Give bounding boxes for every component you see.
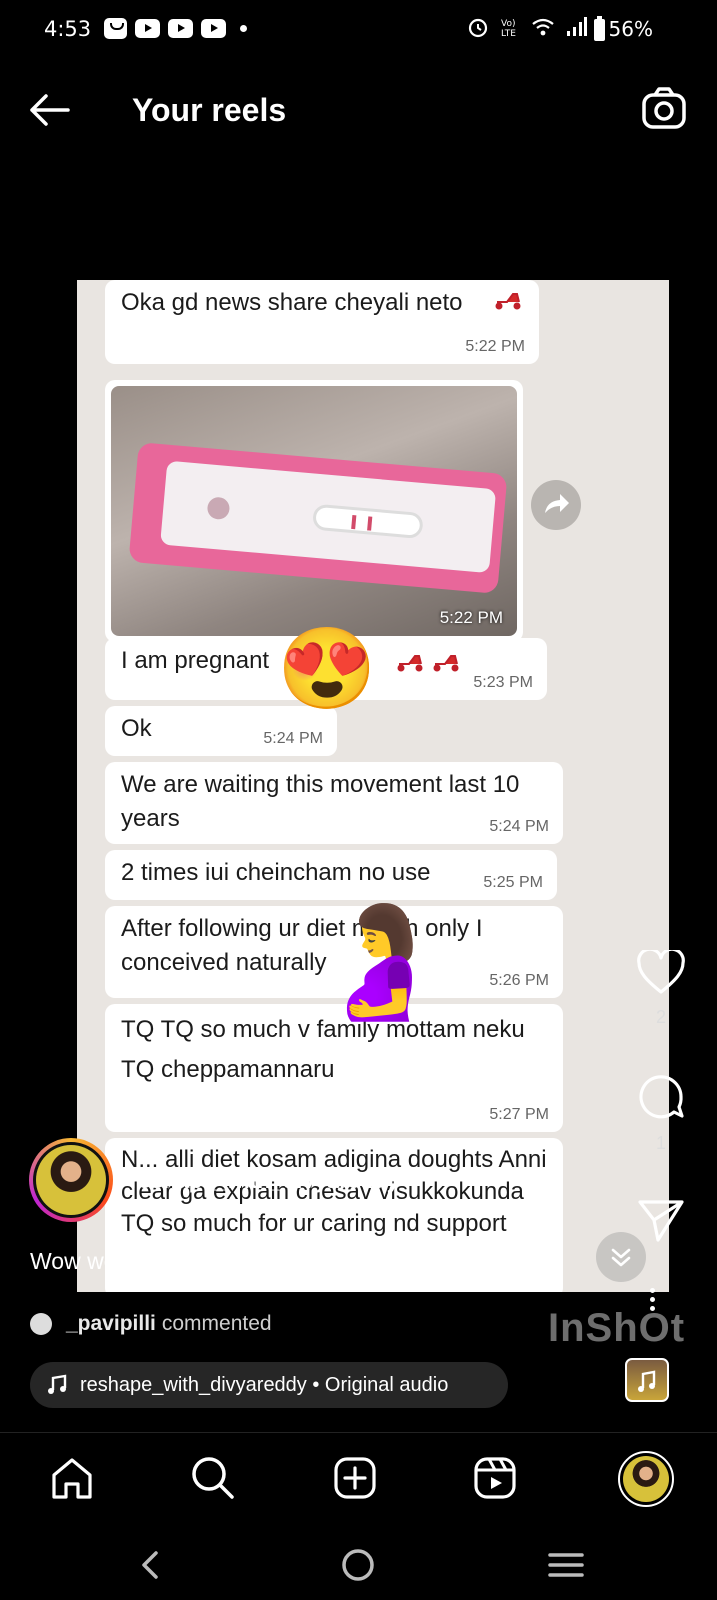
more-dot-icon [649, 1297, 655, 1302]
alarm-icon [468, 18, 488, 38]
chat-bubble: 2 times iui cheincham no use 5:25 PM [105, 850, 557, 900]
chat-message-time: 5:27 PM [489, 1106, 549, 1123]
youtube-icon [168, 19, 193, 38]
chat-image-bubble: 5:22 PM [105, 380, 523, 642]
audio-pill[interactable]: reshape_with_divyareddy • Original audio [30, 1362, 508, 1408]
scooter-emoji-icon [495, 293, 521, 310]
comment-icon[interactable] [636, 1072, 686, 1122]
pregnancy-test-image [128, 442, 508, 594]
home-icon [52, 1458, 92, 1499]
status-bar: 4:53 Vo) LTE 56% [0, 0, 717, 60]
author-username[interactable]: reshape_with_divyareddy [130, 1168, 399, 1194]
forward-button [531, 480, 581, 530]
system-home-button[interactable] [338, 1545, 378, 1585]
pregnancy-test-photo: 5:22 PM [111, 386, 517, 636]
comment-activity[interactable]: _pavipilli commented [30, 1312, 272, 1336]
camera-icon [642, 87, 686, 129]
chat-message-text: Oka gd news share cheyali neto [121, 289, 463, 316]
page-title: Your reels [132, 92, 287, 128]
reel-video[interactable]: Oka gd news share cheyali neto 5:22 PM 5… [77, 280, 669, 1292]
notification-icons [104, 18, 247, 39]
scooter-emoji-icon [433, 655, 459, 672]
chat-bubble: TQ TQ so much v family mottam neku TQ ch… [105, 1004, 563, 1132]
scooter-emoji-icon [397, 655, 423, 672]
status-time: 4:53 [44, 17, 92, 41]
heart-eyes-emoji: 😍 [277, 624, 377, 713]
like-action: 2 [633, 947, 689, 1028]
music-note-icon [638, 1370, 656, 1392]
system-recents-button[interactable] [546, 1545, 586, 1585]
scroll-down-button [596, 1232, 646, 1282]
audio-thumbnail[interactable] [625, 1358, 669, 1402]
inshot-watermark: InShOt [548, 1306, 686, 1350]
plus-square-icon [334, 1457, 376, 1499]
back-button[interactable] [24, 90, 72, 130]
chat-message-time: 5:25 PM [483, 874, 543, 891]
search-icon [192, 1457, 234, 1499]
profile-avatar [623, 1456, 669, 1502]
system-icons: Vo) LTE [467, 16, 587, 38]
nav-reels[interactable] [470, 1453, 520, 1503]
battery-icon [594, 16, 605, 41]
system-navigation-bar [0, 1525, 717, 1600]
chat-message-text: 2 times iui cheincham no use [121, 859, 431, 886]
chat-message-time: 5:24 PM [489, 818, 549, 835]
bottom-navigation [0, 1432, 717, 1522]
circle-icon [342, 1549, 374, 1581]
nav-create[interactable] [330, 1453, 380, 1503]
camera-button[interactable] [639, 84, 689, 134]
menu-lines-icon [548, 1553, 584, 1577]
nav-search[interactable] [188, 1453, 238, 1503]
chat-message-time: 5:22 PM [439, 608, 503, 627]
youtube-icon [201, 19, 226, 38]
nav-home[interactable] [47, 1453, 97, 1503]
like-count: 2 [655, 1007, 666, 1027]
shopping-bag-icon [104, 18, 127, 39]
audio-label: reshape_with_divyareddy • Original audio [80, 1373, 449, 1396]
chevron-double-down-icon [611, 1248, 631, 1267]
youtube-icon [135, 19, 160, 38]
system-back-button[interactable] [132, 1545, 172, 1585]
svg-text:Vo): Vo) [501, 19, 515, 29]
commenter-username: _pavipilli [66, 1312, 156, 1335]
comment-action-label: commented [161, 1312, 272, 1335]
wifi-icon [532, 18, 554, 36]
reels-icon [474, 1457, 516, 1499]
nav-profile[interactable] [618, 1451, 674, 1507]
chevron-left-icon [142, 1551, 158, 1579]
avatar-image [36, 1145, 106, 1215]
chat-bubble: We are waiting this movement last 10 yea… [105, 762, 563, 844]
comment-count: 1 [655, 1133, 666, 1153]
chat-message-time: 5:23 PM [473, 674, 533, 691]
music-note-icon [48, 1374, 67, 1394]
chat-message-time: 5:22 PM [465, 338, 525, 355]
signal-icon [567, 17, 587, 36]
more-dot-icon [649, 1288, 655, 1293]
volte-icon: Vo)LTE [501, 19, 516, 38]
author-avatar[interactable] [29, 1138, 113, 1222]
pregnant-woman-emoji: 🤰 [311, 900, 448, 1023]
chat-message-time: 5:26 PM [489, 972, 549, 989]
more-notifications-dot-icon [240, 25, 247, 32]
svg-text:LTE: LTE [501, 29, 516, 38]
heart-icon[interactable] [636, 947, 686, 996]
forward-icon [545, 494, 569, 513]
chat-bubble: Oka gd news share cheyali neto 5:22 PM [105, 280, 539, 364]
commenter-avatar [30, 1313, 52, 1335]
chat-message-time: 5:24 PM [263, 730, 323, 747]
reel-caption[interactable]: Wow wow super feeling really very happy … [30, 1248, 501, 1275]
comment-action: 1 [633, 1072, 689, 1154]
back-arrow-icon [30, 94, 70, 126]
battery-percentage: 56% [608, 17, 653, 41]
header: Your reels [0, 70, 717, 150]
